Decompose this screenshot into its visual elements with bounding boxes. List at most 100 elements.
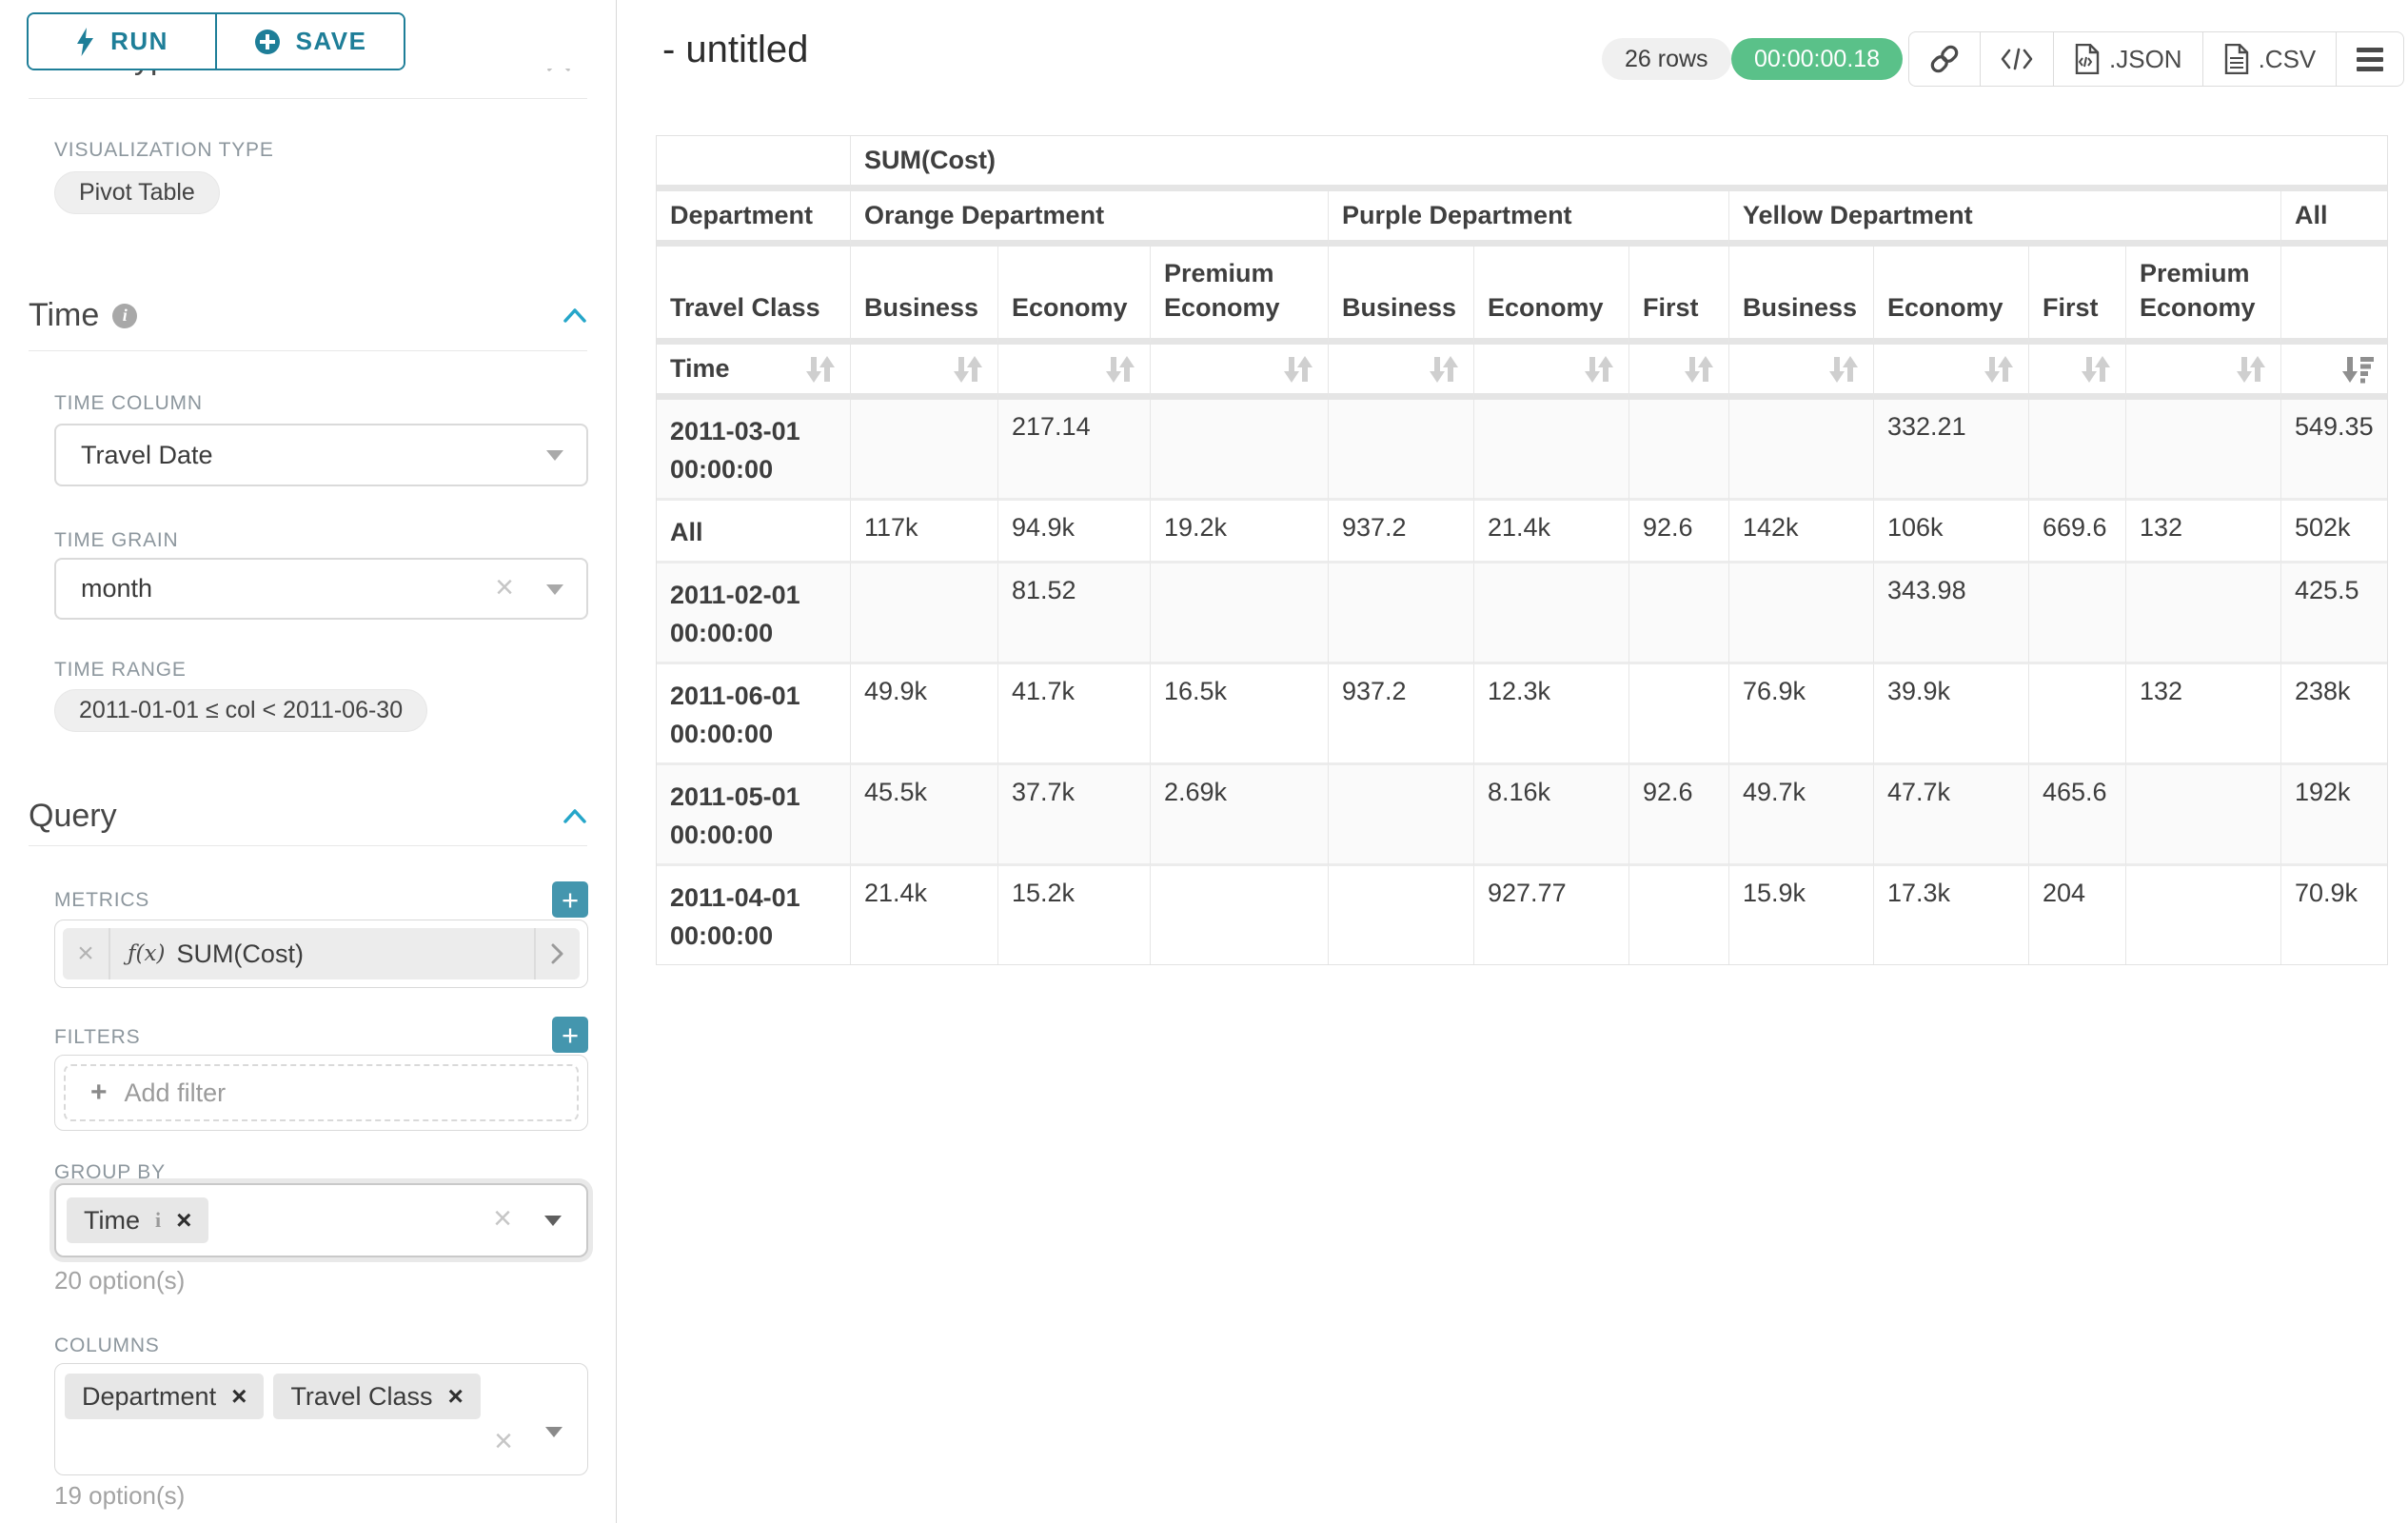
time-section-title: Time i	[29, 297, 137, 334]
pivot-group-header: Purple Department	[1329, 191, 1729, 247]
pivot-cell: 8.16k	[1474, 765, 1629, 866]
remove-tag-icon[interactable]: ×	[447, 1383, 463, 1410]
dimension-tag[interactable]: Timei×	[67, 1197, 208, 1243]
query-duration-badge: 00:00:00.18	[1731, 38, 1903, 80]
pivot-cell: 76.9k	[1729, 664, 1874, 765]
add-filter-placeholder: Add filter	[125, 1078, 227, 1108]
remove-metric-icon[interactable]: ×	[63, 928, 110, 979]
columns-select[interactable]: Department×Travel Class× ×	[54, 1363, 588, 1475]
pivot-cell: 192k	[2281, 765, 2387, 866]
chart-menu-button[interactable]	[2336, 32, 2403, 86]
sort-icon[interactable]	[2235, 355, 2267, 384]
sort-icon[interactable]	[952, 355, 984, 384]
pivot-cell	[2126, 564, 2281, 664]
table-row: 2011-02-01 00:00:0081.52343.98425.5	[657, 564, 2387, 664]
pivot-column-sort-header[interactable]	[1151, 345, 1329, 400]
export-csv-button[interactable]: .CSV	[2202, 32, 2337, 86]
sort-icon[interactable]	[1583, 355, 1615, 384]
time-range-value[interactable]: 2011-01-01 ≤ col < 2011-06-30	[54, 689, 427, 732]
pivot-cell: 465.6	[2029, 765, 2126, 866]
pivot-cell: 15.9k	[1729, 866, 1874, 964]
view-query-button[interactable]	[1980, 32, 2053, 86]
pivot-cell: 49.9k	[851, 664, 998, 765]
visualization-type-value[interactable]: Pivot Table	[54, 171, 220, 214]
pivot-column-sort-header[interactable]	[998, 345, 1151, 400]
export-json-button[interactable]: .JSON	[2053, 32, 2202, 86]
add-metric-button[interactable]: +	[552, 881, 588, 918]
remove-tag-icon[interactable]: ×	[231, 1383, 247, 1410]
pivot-cell: 49.7k	[1729, 765, 1874, 866]
pivot-class-header: First	[2029, 247, 2126, 345]
sort-icon[interactable]	[2080, 355, 2112, 384]
time-column-select[interactable]: Travel Date	[54, 424, 588, 486]
columns-options-hint: 19 option(s)	[54, 1481, 185, 1511]
expand-metric-icon[interactable]	[534, 928, 580, 979]
group-by-select[interactable]: Timei× ×	[54, 1183, 588, 1257]
export-toolbar: .JSON .CSV	[1908, 31, 2404, 87]
sort-icon[interactable]	[1104, 355, 1136, 384]
row-dimension-sort-header[interactable]: Time	[657, 345, 851, 400]
pivot-column-sort-header[interactable]	[1329, 345, 1474, 400]
pivot-cell: 19.2k	[1151, 501, 1329, 564]
pivot-column-sort-header[interactable]	[1629, 345, 1729, 400]
clear-icon[interactable]: ×	[493, 1200, 512, 1237]
pivot-cell	[2126, 866, 2281, 964]
pivot-cell	[1629, 564, 1729, 664]
sort-icon[interactable]	[804, 355, 837, 384]
pivot-column-sort-header[interactable]	[2029, 345, 2126, 400]
pivot-cell: 549.35	[2281, 400, 2387, 501]
copy-link-button[interactable]	[1909, 32, 1980, 86]
pivot-column-sort-header[interactable]	[2281, 345, 2387, 400]
pivot-column-sort-header[interactable]	[1729, 345, 1874, 400]
chevron-down-icon	[546, 584, 563, 595]
pivot-class-header: Economy	[1874, 247, 2029, 345]
add-filter-dropzone[interactable]: + Add filter	[64, 1064, 579, 1121]
sort-icon[interactable]	[1683, 355, 1715, 384]
link-icon	[1929, 44, 1960, 74]
pivot-cell	[2029, 400, 2126, 501]
pivot-cell: 425.5	[2281, 564, 2387, 664]
pivot-cell: 81.52	[998, 564, 1151, 664]
clear-icon[interactable]: ×	[495, 568, 514, 605]
sort-icon[interactable]	[1827, 355, 1860, 384]
pivot-cell: 39.9k	[1874, 664, 2029, 765]
metric-item[interactable]: × ƒ(x) SUM(Cost)	[63, 928, 580, 979]
pivot-cell	[1329, 866, 1474, 964]
filters-label: FILTERS	[54, 1026, 140, 1049]
sort-icon[interactable]	[1282, 355, 1314, 384]
pivot-column-sort-header[interactable]	[2126, 345, 2281, 400]
pivot-cell: 2.69k	[1151, 765, 1329, 866]
pivot-row-label: 2011-02-01 00:00:00	[657, 564, 851, 664]
dimension-tag[interactable]: Travel Class×	[273, 1374, 480, 1419]
time-grain-select[interactable]: month ×	[54, 558, 588, 620]
fx-icon: ƒ(x)	[128, 941, 165, 966]
run-button[interactable]: RUN	[29, 14, 215, 69]
info-icon: i	[155, 1208, 161, 1233]
pivot-column-sort-header[interactable]	[1874, 345, 2029, 400]
pivot-row-label: All	[657, 501, 851, 564]
save-button[interactable]: SAVE	[215, 14, 404, 69]
pivot-cell	[1474, 564, 1629, 664]
clear-icon[interactable]: ×	[494, 1423, 513, 1460]
dimension-tag[interactable]: Department×	[65, 1374, 264, 1419]
query-section-collapse-icon[interactable]	[563, 807, 587, 829]
pivot-class-header: Premium Economy	[2126, 247, 2281, 345]
pivot-group-header: All	[2281, 191, 2387, 247]
remove-tag-icon[interactable]: ×	[176, 1207, 191, 1234]
sort-icon[interactable]	[1983, 355, 2015, 384]
pivot-class-header: First	[1629, 247, 1729, 345]
pivot-column-sort-header[interactable]	[1474, 345, 1629, 400]
pivot-column-sort-header[interactable]	[851, 345, 998, 400]
pivot-cell: 92.6	[1629, 765, 1729, 866]
pivot-class-header: Business	[1729, 247, 1874, 345]
add-filter-button[interactable]: +	[552, 1017, 588, 1053]
pivot-cell	[1474, 400, 1629, 501]
sort-icon[interactable]	[1428, 355, 1460, 384]
time-section-collapse-icon[interactable]	[563, 307, 587, 328]
sort-desc-active-icon[interactable]	[2341, 355, 2374, 384]
pivot-class-header: Business	[1329, 247, 1474, 345]
pivot-cell: 92.6	[1629, 501, 1729, 564]
chart-title[interactable]: - untitled	[662, 29, 808, 71]
pivot-cell: 16.5k	[1151, 664, 1329, 765]
pivot-cell	[1629, 664, 1729, 765]
